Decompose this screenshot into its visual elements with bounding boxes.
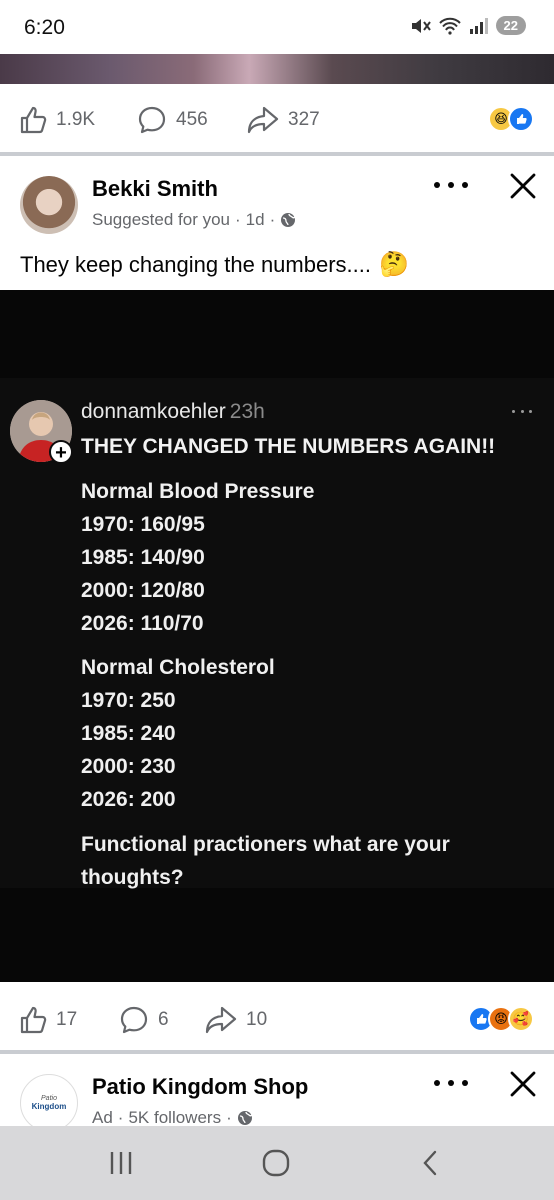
status-icons: 22 bbox=[410, 16, 526, 35]
separator-dot: · bbox=[234, 210, 241, 229]
embedded-line: 2000: 230 bbox=[81, 755, 176, 778]
ad-meta: Ad · 5K followers · bbox=[92, 1108, 253, 1128]
like-button[interactable]: 17 bbox=[18, 1005, 77, 1035]
recent-apps-icon[interactable] bbox=[108, 1148, 134, 1178]
share-icon bbox=[205, 1006, 237, 1034]
post-actions: 17 6 10 😡 🥰 bbox=[0, 1000, 554, 1040]
embedded-line: Normal Blood Pressure bbox=[81, 480, 315, 503]
post-text: They keep changing the numbers.... 🤔 bbox=[20, 250, 409, 279]
more-options-icon[interactable] bbox=[434, 180, 468, 190]
post-divider bbox=[0, 1050, 554, 1054]
globe-icon bbox=[237, 1111, 253, 1125]
embedded-line: 2026: 110/70 bbox=[81, 612, 204, 635]
logo-text: Patio bbox=[41, 1095, 57, 1102]
home-icon[interactable] bbox=[261, 1148, 291, 1178]
embedded-headline: THEY CHANGED THE NUMBERS AGAIN!! bbox=[81, 435, 496, 458]
embedded-line: Functional practioners what are your bbox=[81, 833, 450, 856]
logo-text: Kingdom bbox=[31, 1102, 67, 1111]
like-button[interactable]: 1.9K bbox=[18, 105, 95, 135]
share-icon bbox=[247, 106, 279, 134]
wifi-icon bbox=[438, 17, 461, 35]
embedded-line: 1970: 160/95 bbox=[81, 513, 205, 536]
status-bar: 6:20 22 bbox=[0, 0, 554, 54]
care-reaction-icon: 🥰 bbox=[508, 1006, 534, 1032]
separator-dot: · bbox=[226, 1108, 232, 1127]
comment-button[interactable]: 6 bbox=[118, 1004, 169, 1036]
follow-plus-icon: + bbox=[49, 440, 73, 464]
suggested-label: Suggested for you bbox=[92, 210, 230, 229]
close-icon[interactable] bbox=[508, 171, 538, 201]
embedded-line: 2000: 120/80 bbox=[81, 579, 205, 602]
ad-label: Ad bbox=[92, 1108, 113, 1127]
embedded-line: 2026: 200 bbox=[81, 788, 176, 811]
embedded-line: 1985: 140/90 bbox=[81, 546, 205, 569]
separator-dot: · bbox=[117, 1108, 124, 1127]
follower-count: 5K followers bbox=[128, 1108, 222, 1127]
comment-count: 456 bbox=[176, 109, 208, 130]
mute-icon bbox=[411, 18, 431, 33]
like-reaction-icon bbox=[508, 106, 534, 132]
author-name[interactable]: Bekki Smith bbox=[92, 176, 218, 202]
system-nav-bar bbox=[0, 1126, 554, 1200]
post-text-content: They keep changing the numbers.... bbox=[20, 251, 371, 277]
share-button[interactable]: 10 bbox=[204, 1005, 267, 1035]
thinking-emoji-icon: 🤔 bbox=[379, 251, 409, 278]
post-image[interactable]: + donnamkoehler 23h THEY CHANGED THE NUMB… bbox=[0, 290, 554, 982]
previous-post-image[interactable] bbox=[0, 54, 554, 84]
thumbs-up-icon bbox=[20, 1006, 47, 1034]
comment-icon bbox=[138, 106, 166, 134]
embedded-line: 1970: 250 bbox=[81, 689, 176, 712]
comment-button[interactable]: 456 bbox=[136, 104, 208, 136]
status-time: 6:20 bbox=[24, 16, 65, 39]
thumbs-up-icon bbox=[20, 106, 47, 134]
embedded-line: 1985: 240 bbox=[81, 722, 176, 745]
share-count: 327 bbox=[288, 109, 320, 130]
embedded-username: donnamkoehler 23h bbox=[81, 400, 265, 424]
embedded-time: 23h bbox=[229, 400, 265, 423]
share-button[interactable]: 327 bbox=[246, 105, 320, 135]
previous-post-actions: 1.9K 456 327 😆 bbox=[0, 100, 554, 140]
reaction-summary[interactable]: 😡 🥰 bbox=[468, 1006, 534, 1032]
battery-indicator: 22 bbox=[495, 16, 526, 35]
signal-icon bbox=[469, 17, 488, 34]
embedded-line: thoughts? bbox=[81, 866, 184, 889]
embedded-more-icon bbox=[512, 410, 532, 413]
advertiser-name[interactable]: Patio Kingdom Shop bbox=[92, 1074, 308, 1100]
comment-icon bbox=[120, 1006, 148, 1034]
embedded-line: Normal Cholesterol bbox=[81, 656, 275, 679]
post-divider bbox=[0, 152, 554, 156]
like-count: 17 bbox=[56, 1009, 78, 1030]
share-count: 10 bbox=[246, 1009, 268, 1030]
comment-count: 6 bbox=[158, 1009, 169, 1030]
back-icon[interactable] bbox=[420, 1148, 440, 1178]
post-age[interactable]: 1d bbox=[246, 210, 265, 230]
embedded-username-text: donnamkoehler bbox=[81, 400, 226, 423]
like-count: 1.9K bbox=[56, 109, 96, 130]
more-options-icon[interactable] bbox=[434, 1078, 468, 1088]
separator-dot: · bbox=[269, 210, 276, 229]
globe-icon bbox=[281, 213, 296, 227]
reaction-summary[interactable]: 😆 bbox=[488, 106, 534, 132]
close-icon[interactable] bbox=[508, 1069, 538, 1099]
post-meta: Suggested for you · 1d · bbox=[92, 210, 296, 230]
advertiser-logo[interactable]: Patio Kingdom bbox=[20, 1074, 78, 1132]
author-avatar[interactable] bbox=[20, 176, 78, 234]
